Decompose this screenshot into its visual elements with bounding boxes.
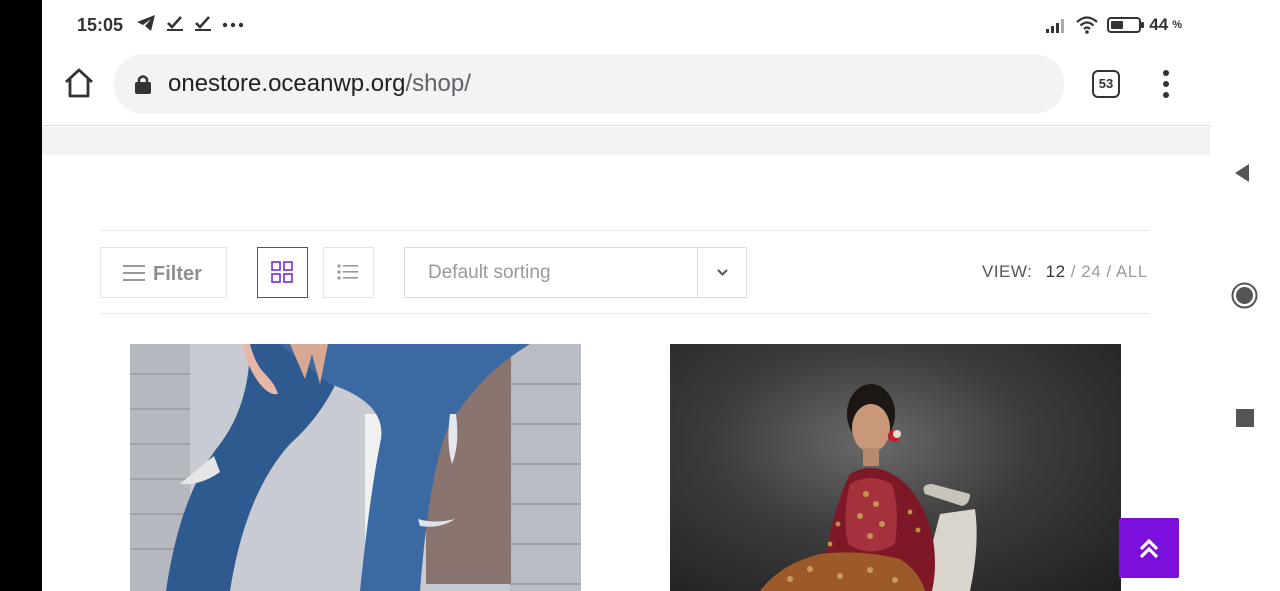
percent-sign: % [1172, 19, 1182, 31]
check-icon [167, 16, 183, 31]
battery-percent: 44 [1149, 15, 1169, 34]
browser-toolbar: onestore.oceanwp.org/shop/ 53 [42, 52, 1210, 126]
back-icon[interactable] [1233, 163, 1253, 183]
product-image-dress[interactable] [670, 344, 1121, 591]
url-domain: onestore.oceanwp.org [168, 70, 406, 97]
red-embroidered-dress-photo [760, 384, 977, 591]
battery-fill [1111, 21, 1123, 29]
ripped-jeans-photo [130, 344, 581, 591]
filter-button[interactable]: Filter [100, 247, 227, 298]
filter-label: Filter [153, 263, 202, 285]
double-chevron-up-icon [1139, 538, 1159, 559]
battery-icon [1107, 17, 1145, 33]
view-separator: / [1070, 262, 1076, 281]
android-nav-bar [1210, 0, 1280, 591]
view-option-24[interactable]: 24 [1081, 262, 1101, 281]
notification-icons [136, 14, 244, 32]
sort-dropdown-toggle[interactable] [697, 248, 746, 297]
divider [100, 313, 1150, 314]
status-bar: 15:05 44 % [42, 0, 1210, 52]
signal-icon [1046, 19, 1065, 33]
hamburger-icon [123, 265, 145, 281]
home-icon[interactable] [62, 66, 96, 100]
browser-screen: 15:05 44 % onestore.oceanwp.org/shop/ 53… [42, 0, 1210, 591]
home-circle-icon[interactable] [1231, 282, 1258, 309]
lock-icon [135, 75, 151, 94]
grid-icon [271, 261, 293, 283]
address-bar[interactable]: onestore.oceanwp.org/shop/ [114, 54, 1064, 114]
status-time: 15:05 [77, 15, 124, 35]
view-label: VIEW: [982, 262, 1033, 281]
url-path: /shop/ [405, 70, 471, 97]
view-count-selector: VIEW: 12 / 24 / ALL [982, 262, 1148, 282]
browser-menu-icon[interactable] [1156, 68, 1176, 100]
list-view-button[interactable] [323, 247, 374, 298]
telegram-icon [137, 15, 155, 31]
more-dots-icon [222, 22, 244, 28]
chevron-down-icon [717, 269, 728, 276]
divider [100, 230, 1150, 231]
recents-icon[interactable] [1236, 409, 1254, 427]
sort-select[interactable]: Default sorting [404, 247, 747, 298]
view-option-all[interactable]: ALL [1116, 262, 1148, 281]
check-icon [195, 16, 211, 31]
page-top-strip [42, 127, 1210, 155]
url-text[interactable]: onestore.oceanwp.org/shop/ [168, 70, 471, 98]
grid-view-button[interactable] [257, 247, 308, 298]
wifi-icon [1076, 16, 1099, 34]
tab-switcher-button[interactable]: 53 [1092, 70, 1120, 98]
list-icon [337, 264, 358, 280]
status-right: 44 % [1045, 15, 1182, 35]
product-image-jeans[interactable] [130, 344, 581, 591]
view-separator: / [1106, 262, 1112, 281]
sort-selected: Default sorting [428, 262, 551, 283]
view-option-current[interactable]: 12 [1046, 262, 1066, 281]
scroll-to-top-button[interactable] [1119, 518, 1179, 578]
